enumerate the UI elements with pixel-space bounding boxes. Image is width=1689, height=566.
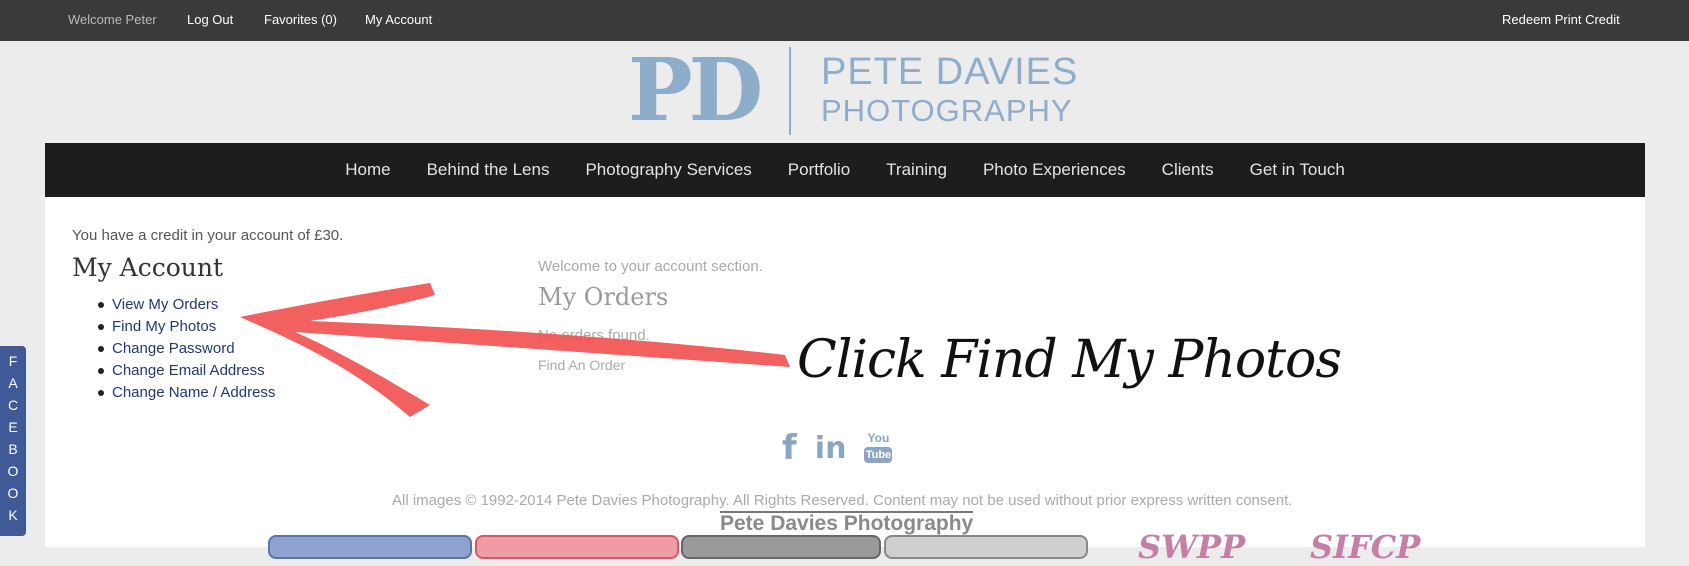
facebook-side-tab[interactable]: F A C E B O O K (0, 346, 26, 536)
nav-item-home[interactable]: Home (345, 160, 390, 180)
favorites-link[interactable]: Favorites (0) (264, 12, 337, 27)
youtube-tube-text: Tube (864, 446, 893, 463)
nav-item-training[interactable]: Training (886, 160, 947, 180)
facebook-tab-letter: E (8, 419, 18, 435)
nav-item-clients[interactable]: Clients (1162, 160, 1214, 180)
facebook-tab-letter: O (7, 485, 19, 501)
logo-divider (789, 47, 791, 135)
main-nav: Home Behind the Lens Photography Service… (45, 143, 1645, 197)
top-bar: Welcome Peter Log Out Favorites (0) My A… (0, 0, 1689, 41)
welcome-text: Welcome Peter (68, 12, 157, 27)
facebook-tab-letter: C (7, 397, 19, 413)
youtube-you-text: You (867, 430, 890, 445)
logout-link[interactable]: Log Out (187, 12, 233, 27)
footer-badge-1[interactable] (268, 535, 472, 559)
site-logo[interactable]: PD PETE DAVIES PHOTOGRAPHY (628, 40, 1077, 141)
footer-badge-4[interactable] (884, 535, 1088, 559)
my-account-heading: My Account (72, 253, 224, 282)
footer-badge-2[interactable] (475, 535, 679, 559)
nav-item-portfolio[interactable]: Portfolio (788, 160, 850, 180)
logo-line1: PETE DAVIES (821, 51, 1079, 93)
logo-line2: PHOTOGRAPHY (821, 93, 1073, 128)
nav-item-photography-services[interactable]: Photography Services (585, 160, 751, 180)
red-arrow-annotation (240, 283, 790, 417)
swpp-logo[interactable]: SWPP (1138, 528, 1245, 566)
footer-badge-3[interactable] (681, 535, 881, 559)
facebook-icon[interactable]: f (782, 428, 797, 468)
facebook-tab-letter: A (8, 375, 18, 391)
facebook-tab-letter: F (8, 353, 18, 369)
facebook-tab-letter: B (8, 441, 18, 457)
social-links: f in You Tube (782, 428, 893, 468)
copyright-text: All images © 1992-2014 Pete Davies Photo… (392, 492, 1293, 509)
logo-initials: PD (628, 40, 763, 141)
credit-text: You have a credit in your account of £30… (72, 227, 344, 244)
nav-item-behind-the-lens[interactable]: Behind the Lens (427, 160, 550, 180)
nav-item-photo-experiences[interactable]: Photo Experiences (983, 160, 1126, 180)
facebook-tab-letter: O (7, 463, 19, 479)
account-welcome-text: Welcome to your account section. (538, 258, 763, 275)
footer-brand: Pete Davies Photography (720, 511, 974, 535)
click-find-my-photos-annotation: Click Find My Photos (797, 330, 1342, 390)
nav-item-get-in-touch[interactable]: Get in Touch (1250, 160, 1345, 180)
my-account-link[interactable]: My Account (365, 12, 432, 27)
linkedin-icon[interactable]: in (815, 431, 847, 466)
sifcp-logo[interactable]: SIFCP (1310, 528, 1420, 566)
facebook-tab-letter: K (8, 507, 18, 523)
youtube-icon[interactable]: You Tube (864, 430, 893, 465)
redeem-print-credit-link[interactable]: Redeem Print Credit (1502, 12, 1620, 27)
